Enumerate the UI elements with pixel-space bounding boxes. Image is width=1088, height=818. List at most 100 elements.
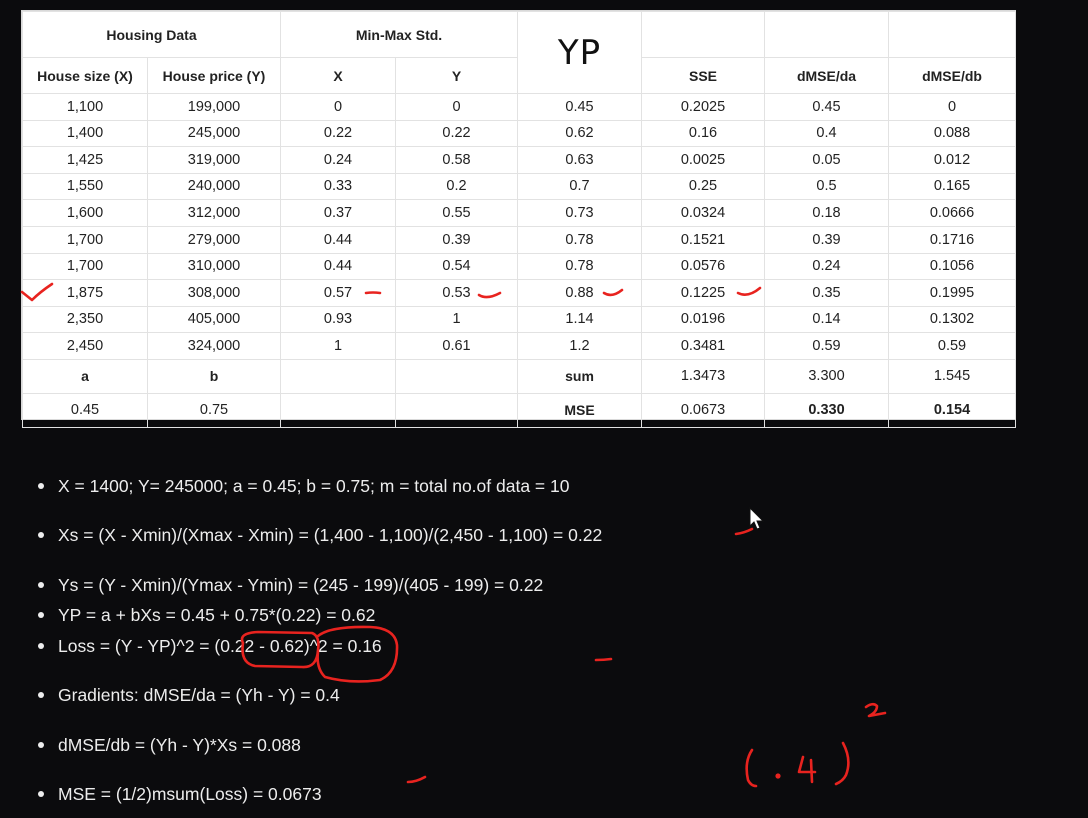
cell-y-std: 0.54 — [395, 252, 519, 281]
housing-table-panel: Housing Data Min-Max Std. YP House size … — [21, 11, 1017, 428]
cell-house-size: 1,425 — [22, 146, 148, 174]
dash-mark-icon — [406, 775, 427, 784]
cell-y-std: 0 — [395, 93, 519, 121]
cell-dmse-db: 0.165 — [888, 172, 1017, 201]
cell-y-std: 0.39 — [395, 225, 519, 254]
cell-yp: 0.45 — [517, 93, 643, 121]
param-label-b: b — [146, 358, 282, 394]
cell-x-std: 0.44 — [280, 252, 397, 281]
mse-dmse-db: 0.154 — [888, 392, 1017, 428]
bullet-icon — [38, 581, 44, 588]
cell-sse: 0.16 — [641, 119, 766, 148]
cell-dmse-da: 0.18 — [764, 199, 890, 227]
cell-yp: 1.14 — [517, 305, 643, 334]
cell-yp: 0.78 — [517, 225, 643, 254]
note-item: YP = a + bXs = 0.45 + 0.75*(0.22) = 0.62 — [38, 605, 375, 626]
cell-yp: 0.73 — [517, 199, 643, 227]
cell-sse: 0.1225 — [641, 279, 766, 307]
cell-x-std: 0.33 — [280, 172, 397, 201]
cell-yp: 0.7 — [517, 172, 643, 201]
group-header-blank — [764, 11, 890, 58]
note-text: dMSE/db = (Yh - Y)*Xs = 0.088 — [58, 735, 301, 755]
cell-x-std: 1 — [280, 332, 397, 360]
decimal-point-icon — [775, 773, 781, 779]
cell-sse: 0.0196 — [641, 305, 766, 334]
cell-sse: 0.0025 — [641, 146, 766, 174]
cell-sse: 0.3481 — [641, 332, 766, 360]
cell-x-std: 0.93 — [280, 305, 397, 334]
cell-dmse-da: 0.35 — [764, 279, 890, 307]
column-header-y-std: Y — [395, 57, 519, 94]
note-text: MSE = (1/2)msum(Loss) = 0.0673 — [58, 784, 322, 804]
cell-sse: 0.1521 — [641, 225, 766, 254]
cell-dmse-db: 0.0666 — [888, 199, 1017, 227]
cell-dmse-db: 0 — [888, 93, 1017, 121]
bullet-icon — [38, 611, 44, 618]
column-header-house-size: House size (X) — [22, 57, 148, 94]
note-item: Xs = (X - Xmin)/(Xmax - Xmin) = (1,400 -… — [38, 525, 602, 546]
cell-house-price: 310,000 — [146, 252, 282, 281]
cell-dmse-db: 0.012 — [888, 146, 1017, 174]
cell-yp: 0.63 — [517, 146, 643, 174]
note-item: Gradients: dMSE/da = (Yh - Y) = 0.4 — [38, 685, 340, 706]
cell-y-std: 0.2 — [395, 172, 519, 201]
bullet-icon — [38, 531, 44, 538]
dash-mark-icon — [734, 527, 754, 536]
bullet-icon — [38, 642, 44, 649]
sum-row: a b sum 1.3473 3.300 1.545 — [22, 358, 1017, 394]
cell-house-size: 1,700 — [22, 252, 148, 281]
screen: Housing Data Min-Max Std. YP House size … — [0, 0, 1088, 818]
cell-yp: 1.2 — [517, 332, 643, 360]
empty-cell — [280, 358, 397, 394]
cell-y-std: 0.53 — [395, 279, 519, 307]
cell-house-size: 1,100 — [22, 93, 148, 121]
cell-dmse-da: 0.59 — [764, 332, 890, 360]
column-header-x-std: X — [280, 57, 397, 94]
cell-dmse-da: 0.39 — [764, 225, 890, 254]
mse-label: MSE — [517, 392, 643, 428]
cell-dmse-db: 0.1995 — [888, 279, 1017, 307]
table-row: 2,450 324,000 1 0.61 1.2 0.3481 0.59 0.59 — [22, 332, 1017, 360]
sum-label: sum — [517, 358, 643, 394]
note-text: YP = a + bXs = 0.45 + 0.75*(0.22) = 0.62 — [58, 605, 376, 625]
cell-x-std: 0.22 — [280, 119, 397, 148]
cell-dmse-db: 0.1716 — [888, 225, 1017, 254]
cell-house-price: 312,000 — [146, 199, 282, 227]
mse-dmse-da: 0.330 — [764, 392, 890, 428]
note-text: Xs = (X - Xmin)/(Xmax - Xmin) = (1,400 -… — [58, 525, 603, 545]
param-label-a: a — [22, 358, 148, 394]
cell-sse: 0.0324 — [641, 199, 766, 227]
group-header-row: Housing Data Min-Max Std. YP — [21, 11, 1017, 94]
column-header-yp: YP — [517, 11, 643, 94]
cell-house-price: 240,000 — [146, 172, 282, 201]
sum-sse: 1.3473 — [641, 358, 766, 394]
table-row: 1,600 312,000 0.37 0.55 0.73 0.0324 0.18 0.0666 — [22, 199, 1017, 227]
bullet-icon — [38, 790, 44, 797]
cell-house-price: 308,000 — [146, 279, 282, 307]
cell-y-std: 0.61 — [395, 332, 519, 360]
close-paren-icon — [834, 741, 850, 786]
group-header-blank — [641, 11, 766, 58]
digit-four-icon — [797, 755, 817, 784]
cell-dmse-da: 0.14 — [764, 305, 890, 334]
table-row: 1,425 319,000 0.24 0.58 0.63 0.0025 0.05 0.012 — [22, 146, 1017, 174]
superscript-two-icon — [864, 702, 887, 718]
mse-sse: 0.0673 — [641, 392, 766, 428]
note-item: Loss = (Y - YP)^2 = (0.22 - 0.62)^2 = 0.… — [38, 636, 382, 657]
cell-y-std: 0.58 — [395, 146, 519, 174]
table-row: 1,875 308,000 0.57 0.53 0.88 0.1225 0.35 0.1995 — [22, 279, 1017, 307]
cell-sse: 0.0576 — [641, 252, 766, 281]
cell-house-price: 199,000 — [146, 93, 282, 121]
cell-house-size: 1,875 — [22, 279, 148, 307]
note-item: Ys = (Y - Xmin)/(Ymax - Ymin) = (245 - 1… — [38, 575, 543, 596]
cell-sse: 0.2025 — [641, 93, 766, 121]
note-item: X = 1400; Y= 245000; a = 0.45; b = 0.75;… — [38, 476, 569, 497]
cell-house-size: 1,700 — [22, 225, 148, 254]
cell-yp: 0.78 — [517, 252, 643, 281]
table-row: 1,700 310,000 0.44 0.54 0.78 0.0576 0.24 0.1056 — [22, 252, 1017, 281]
cell-dmse-db: 0.1056 — [888, 252, 1017, 281]
cell-x-std: 0.37 — [280, 199, 397, 227]
group-header-blank — [888, 11, 1017, 58]
cell-dmse-da: 0.24 — [764, 252, 890, 281]
cell-y-std: 1 — [395, 305, 519, 334]
